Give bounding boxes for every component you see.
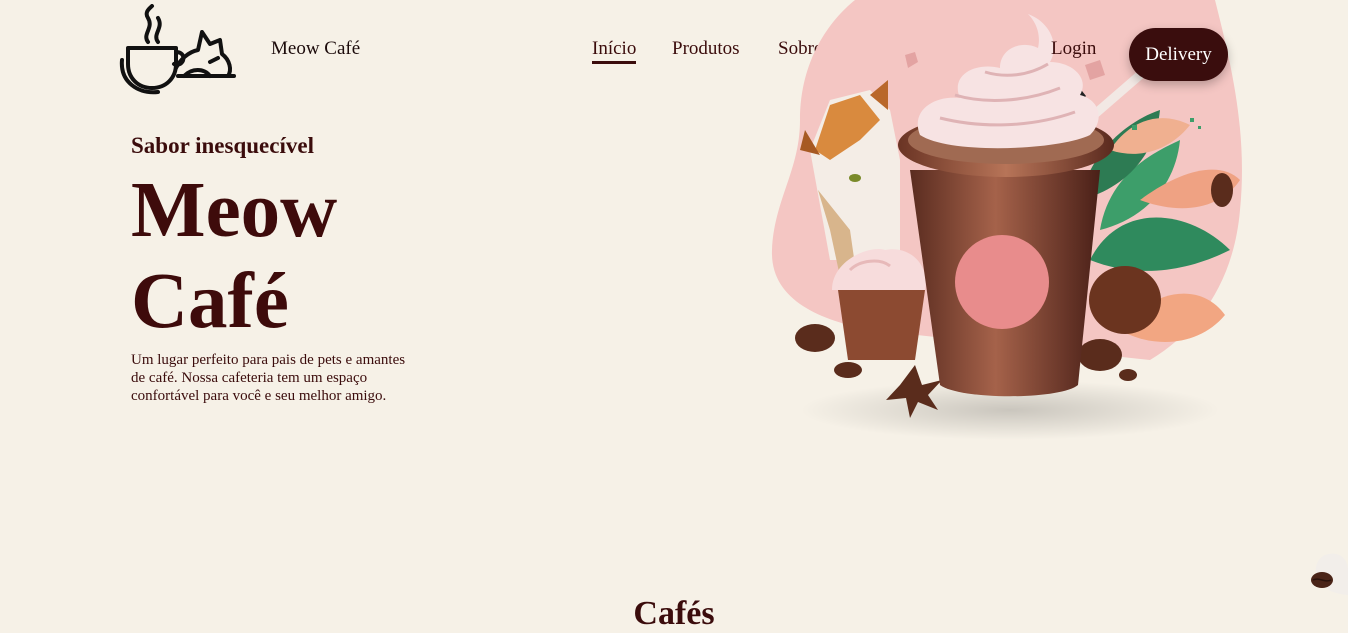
hero-title-line2: Café — [131, 258, 289, 345]
hero-title-line1: Meow — [131, 167, 338, 254]
brand-name[interactable]: Meow Café — [271, 38, 360, 60]
hero-description: Um lugar perfeito para pais de pets e am… — [131, 352, 406, 404]
coffee-bean-icon — [1311, 553, 1348, 595]
hero-eyebrow: Sabor inesquecível — [131, 133, 314, 158]
login-link[interactable]: Login — [1051, 38, 1096, 60]
nav-link-inicio[interactable]: Início — [592, 38, 637, 64]
nav-link-produtos[interactable]: Produtos — [672, 38, 740, 60]
section-title-cafes: Cafés — [633, 595, 715, 632]
logo-cat-coffee-icon[interactable] — [118, 4, 240, 96]
delivery-button[interactable]: Delivery — [1129, 28, 1228, 81]
hero-title: Meow Café — [131, 165, 337, 347]
